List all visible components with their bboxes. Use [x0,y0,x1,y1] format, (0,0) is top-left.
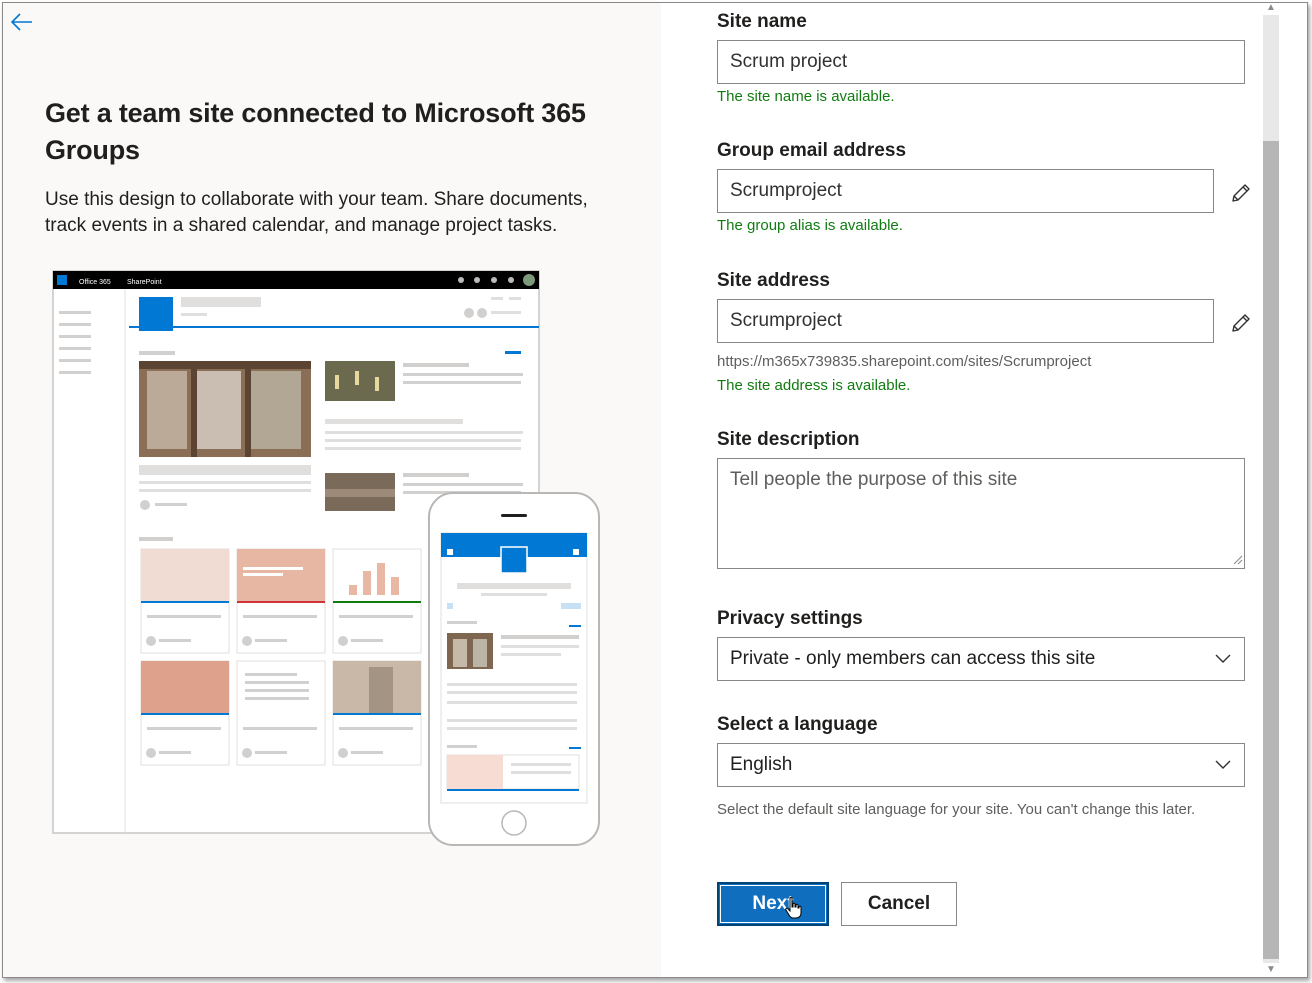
phone-preview [428,492,600,846]
language-selected: English [730,754,793,775]
desktop-top-bar [53,271,539,289]
site-name-input[interactable]: Scrum project [717,40,1245,84]
group-email-label: Group email address [717,140,907,161]
preview-app: SharePoint [127,279,162,286]
back-arrow-icon [10,13,32,31]
group-email-input[interactable]: Scrumproject [717,169,1214,213]
template-info-panel: Get a team site connected to Microsoft 3… [3,3,661,977]
site-details-form: Site name Scrum project The site name is… [661,3,1257,977]
site-description-textarea[interactable]: Tell people the purpose of this site [717,458,1245,569]
site-name-status: The site name is available. [717,88,895,105]
next-button[interactable]: Next [717,882,829,926]
resize-grip-icon[interactable] [1233,555,1243,565]
preview-brand: Office 365 [79,279,111,286]
language-label: Select a language [717,714,878,735]
privacy-label: Privacy settings [717,608,863,629]
chevron-down-icon [1215,760,1231,769]
site-name-label: Site name [717,11,807,32]
vertical-scrollbar[interactable]: ▲ ▼ [1257,3,1307,977]
scroll-up-icon[interactable]: ▲ [1265,3,1277,13]
template-preview-image: Office 365 SharePoint [52,270,600,846]
site-address-input[interactable]: Scrumproject [717,299,1214,343]
site-address-status: The site address is available. [717,377,911,394]
template-title: Get a team site connected to Microsoft 3… [45,98,586,165]
language-hint: Select the default site language for you… [717,801,1196,818]
hand-cursor-icon [785,896,802,919]
cancel-button[interactable]: Cancel [841,882,957,926]
chevron-down-icon [1215,654,1231,663]
site-address-url: https://m365x739835.sharepoint.com/sites… [717,353,1092,370]
back-button[interactable] [9,9,35,35]
pencil-icon[interactable] [1229,181,1253,205]
scrollbar-thumb[interactable] [1263,141,1279,959]
privacy-dropdown[interactable]: Private - only members can access this s… [717,637,1245,681]
language-dropdown[interactable]: English [717,743,1245,787]
site-address-label: Site address [717,270,830,291]
privacy-selected: Private - only members can access this s… [730,648,1096,669]
group-email-status: The group alias is available. [717,217,903,234]
site-description-label: Site description [717,429,860,450]
pencil-icon[interactable] [1229,311,1253,335]
create-site-dialog: Get a team site connected to Microsoft 3… [2,2,1308,978]
template-description: Use this design to collaborate with your… [45,189,588,236]
scroll-down-icon[interactable]: ▼ [1265,965,1277,975]
